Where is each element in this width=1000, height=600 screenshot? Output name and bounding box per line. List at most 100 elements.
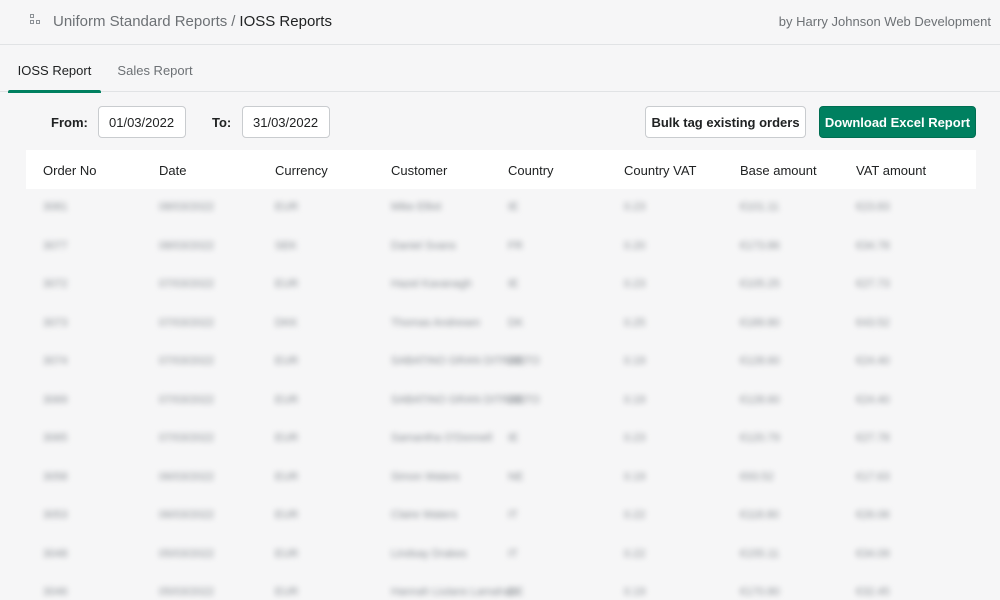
cell-base-amount: €118.80 [740, 509, 779, 521]
table-row[interactable]: 3053 06/03/2022 EUR Claire Waters IT 0.22 €118… [26, 497, 976, 536]
cell-vat-amount: €23.83 [856, 201, 890, 213]
cell-currency: EUR [275, 586, 299, 598]
cell-vat-amount: €24.40 [856, 393, 890, 406]
cell-country-vat: 0.22 [624, 509, 646, 521]
from-date-input[interactable] [98, 106, 186, 138]
table-header: Order No Date Currency Customer Country … [26, 150, 976, 189]
table-row[interactable]: 3074 07/03/2022 EUR SABATINO GRAN DITRANTO D… [26, 343, 976, 382]
table-row[interactable]: 3048 05/03/2022 EUR Lindsay Drakes IT 0.22 €15… [26, 536, 976, 575]
cell-country-vat: 0.19 [624, 393, 646, 406]
cell-country: DK [508, 316, 524, 329]
cell-customer: Hannah Liulans Lamahan [391, 586, 517, 598]
cell-date: 07/03/2022 [159, 355, 215, 367]
cell-base-amount: €170.80 [740, 586, 780, 598]
table-row[interactable]: 3065 07/03/2022 EUR Samantha O'Donnell IE 0.2… [26, 420, 976, 459]
cell-country: IE [508, 201, 519, 213]
cell-date: 05/03/2022 [159, 586, 215, 598]
cell-customer: Thomas Andresen [391, 316, 481, 329]
cell-currency: EUR [275, 201, 299, 213]
cell-country: FR [508, 239, 523, 252]
cell-currency: EUR [275, 432, 299, 444]
cell-order-no: 3081 [43, 201, 68, 213]
cell-country-vat: 0.23 [624, 278, 646, 290]
table-body: 3081 08/03/2022 EUR Mike Elliot IE 0.23 €101.1… [26, 189, 976, 600]
cell-currency: EUR [275, 470, 299, 483]
to-label: To: [212, 115, 232, 130]
cell-country: DE [508, 393, 524, 406]
cell-currency: EUR [275, 393, 299, 406]
cell-date: 07/03/2022 [159, 316, 215, 329]
cell-currency: EUR [275, 547, 299, 560]
cell-currency: EUR [275, 355, 299, 367]
cell-order-no: 3073 [43, 316, 68, 329]
cell-customer: Samantha O'Donnell [391, 432, 493, 444]
download-excel-report-button[interactable]: Download Excel Report [819, 106, 976, 138]
cell-order-no: 3077 [43, 239, 68, 252]
cell-date: 08/03/2022 [159, 201, 215, 213]
developer-byline: by Harry Johnson Web Development [778, 14, 991, 29]
table-row[interactable]: 3073 07/03/2022 DKK Thomas Andresen DK 0.25 €1… [26, 305, 976, 344]
table-row[interactable]: 3046 05/03/2022 EUR Hannah Liulans Lamahan D… [26, 574, 976, 600]
cell-order-no: 3074 [43, 355, 68, 367]
cell-customer: Daniel Svans [391, 239, 456, 252]
tab-sales-report[interactable]: Sales Report [110, 46, 200, 92]
cell-base-amount: €120.79 [740, 432, 780, 444]
cell-vat-amount: €34.09 [856, 547, 890, 560]
cell-order-no: 3058 [43, 470, 68, 483]
cell-currency: EUR [275, 278, 299, 290]
cell-base-amount: €93.52 [740, 470, 774, 483]
cell-base-amount: €173.86 [740, 239, 780, 252]
breadcrumb-separator: / [231, 13, 236, 30]
table-row[interactable]: 3058 06/03/2022 EUR Simon Waters NE 0.19 €93.5… [26, 459, 976, 498]
cell-country: IE [508, 432, 519, 444]
tab-ioss-report[interactable]: IOSS Report [8, 46, 101, 93]
ioss-orders-table: Order No Date Currency Customer Country … [26, 150, 976, 600]
cell-customer: Lindsay Drakes [391, 547, 467, 560]
cell-base-amount: €101.11 [740, 201, 779, 213]
cell-date: 07/03/2022 [159, 393, 215, 406]
breadcrumb: Uniform Standard Reports / IOSS Reports [53, 13, 332, 30]
column-header-base-amount: Base amount [740, 163, 817, 178]
column-header-country: Country [508, 163, 554, 178]
cell-date: 08/03/2022 [159, 239, 215, 252]
cell-country-vat: 0.20 [624, 239, 646, 252]
cell-country-vat: 0.19 [624, 470, 646, 483]
cell-order-no: 3065 [43, 432, 68, 444]
cell-vat-amount: €43.52 [856, 316, 890, 329]
cell-base-amount: €128.60 [740, 355, 780, 367]
cell-country-vat: 0.23 [624, 432, 646, 444]
cell-customer: Claire Waters [391, 509, 458, 521]
cell-order-no: 3048 [43, 547, 68, 560]
cell-vat-amount: €34.78 [856, 239, 890, 252]
cell-base-amount: €128.60 [740, 393, 780, 406]
cell-date: 06/03/2022 [159, 509, 215, 521]
to-date-input[interactable] [242, 106, 330, 138]
cell-base-amount: €155.11 [740, 547, 779, 560]
cell-order-no: 3053 [43, 509, 68, 521]
cell-country: IE [508, 278, 519, 290]
bulk-tag-orders-button[interactable]: Bulk tag existing orders [645, 106, 806, 138]
breadcrumb-app-name[interactable]: Uniform Standard Reports [53, 13, 227, 30]
table-row[interactable]: 3072 07/03/2022 EUR Hazel Kavanagh IE 0.23 €10… [26, 266, 976, 305]
cell-customer: Hazel Kavanagh [391, 278, 472, 290]
cell-country: IT [508, 547, 518, 560]
cell-country-vat: 0.19 [624, 586, 646, 598]
table-row[interactable]: 3081 08/03/2022 EUR Mike Elliot IE 0.23 €101.1… [26, 189, 976, 228]
cell-country: DE [508, 355, 524, 367]
cell-date: 05/03/2022 [159, 547, 215, 560]
cell-vat-amount: €27.73 [856, 278, 890, 290]
cell-currency: DKK [275, 316, 298, 329]
top-bar: Uniform Standard Reports / IOSS Reports by… [0, 0, 1000, 45]
cell-currency: EUR [275, 509, 299, 521]
app-grid-icon [30, 14, 42, 26]
cell-order-no: 3072 [43, 278, 68, 290]
table-row[interactable]: 3077 08/03/2022 SEK Daniel Svans FR 0.20 €173.… [26, 228, 976, 267]
column-header-vat-amount: VAT amount [856, 163, 927, 178]
tab-bar: IOSS Report Sales Report [0, 46, 1000, 93]
cell-country-vat: 0.25 [624, 316, 646, 329]
table-row[interactable]: 3069 07/03/2022 EUR SABATINO GRAN DITRANTO D… [26, 382, 976, 421]
cell-customer: Simon Waters [391, 470, 460, 483]
cell-country: NE [508, 470, 524, 483]
column-header-country-vat: Country VAT [624, 163, 697, 178]
cell-order-no: 3046 [43, 586, 68, 598]
